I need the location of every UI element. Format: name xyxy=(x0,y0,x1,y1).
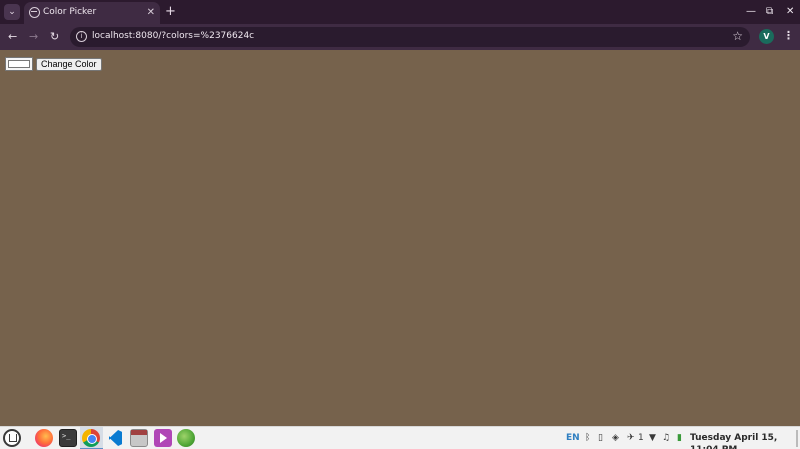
keyboard-layout-indicator[interactable]: EN xyxy=(566,432,580,444)
color-swatch xyxy=(8,60,30,68)
new-tab-button[interactable]: + xyxy=(165,3,176,21)
clock[interactable]: Tuesday April 15, 11:04 PM xyxy=(690,432,800,449)
green-app-icon[interactable] xyxy=(177,429,195,447)
shield-icon[interactable]: ◈ xyxy=(612,432,619,444)
clipboard-icon[interactable]: ▯ xyxy=(598,432,603,444)
browser-tab-strip: ⌄ Color Picker ✕ + — ⧉ ✕ xyxy=(0,0,800,24)
address-bar[interactable]: i localhost:8080/?colors=%2376624c ☆ xyxy=(70,27,750,47)
vscode-icon[interactable] xyxy=(106,429,124,447)
minimize-button[interactable]: — xyxy=(746,5,756,19)
mint-menu-icon[interactable] xyxy=(3,429,21,447)
reload-button[interactable]: ↻ xyxy=(50,30,59,44)
show-desktop-button[interactable] xyxy=(796,430,798,447)
profile-avatar[interactable]: V xyxy=(759,29,774,44)
back-button[interactable]: ← xyxy=(8,30,17,44)
globe-icon xyxy=(29,7,40,18)
bookmark-star-icon[interactable]: ☆ xyxy=(732,29,743,44)
media-player-icon[interactable] xyxy=(154,429,172,447)
url-text[interactable]: localhost:8080/?colors=%2376624c xyxy=(92,31,254,41)
site-info-icon[interactable]: i xyxy=(76,31,87,42)
browser-toolbar: ← → ↻ i localhost:8080/?colors=%2376624c… xyxy=(0,24,800,50)
firefox-icon[interactable] xyxy=(35,429,53,447)
wifi-icon[interactable]: ▼ xyxy=(649,432,656,444)
sound-icon[interactable]: ♫ xyxy=(662,432,670,444)
tab-close-button[interactable]: ✕ xyxy=(147,6,155,19)
page-content: Change Color xyxy=(0,50,800,426)
taskbar: EN ᛒ ▯ ◈ ✈ 1 ▼ ♫ ▮ Tuesday April 15, 11:… xyxy=(0,426,800,449)
change-color-button[interactable]: Change Color xyxy=(36,58,102,71)
battery-icon[interactable]: ▮ xyxy=(677,432,682,444)
chrome-icon[interactable] xyxy=(82,429,100,447)
browser-menu-button[interactable]: ⋮ xyxy=(783,29,794,43)
close-window-button[interactable]: ✕ xyxy=(786,5,794,19)
bluetooth-icon[interactable]: ᛒ xyxy=(585,432,590,444)
color-input[interactable] xyxy=(5,57,33,71)
tab-search-button[interactable]: ⌄ xyxy=(4,4,20,20)
files-icon[interactable] xyxy=(130,429,148,447)
terminal-icon[interactable] xyxy=(59,429,77,447)
tab-color-picker[interactable]: Color Picker ✕ xyxy=(24,2,160,24)
update-manager-icon[interactable]: ✈ xyxy=(627,432,635,444)
forward-button[interactable]: → xyxy=(29,30,38,44)
maximize-button[interactable]: ⧉ xyxy=(766,5,773,19)
notification-count: 1 xyxy=(638,433,644,443)
tab-title: Color Picker xyxy=(43,7,97,17)
